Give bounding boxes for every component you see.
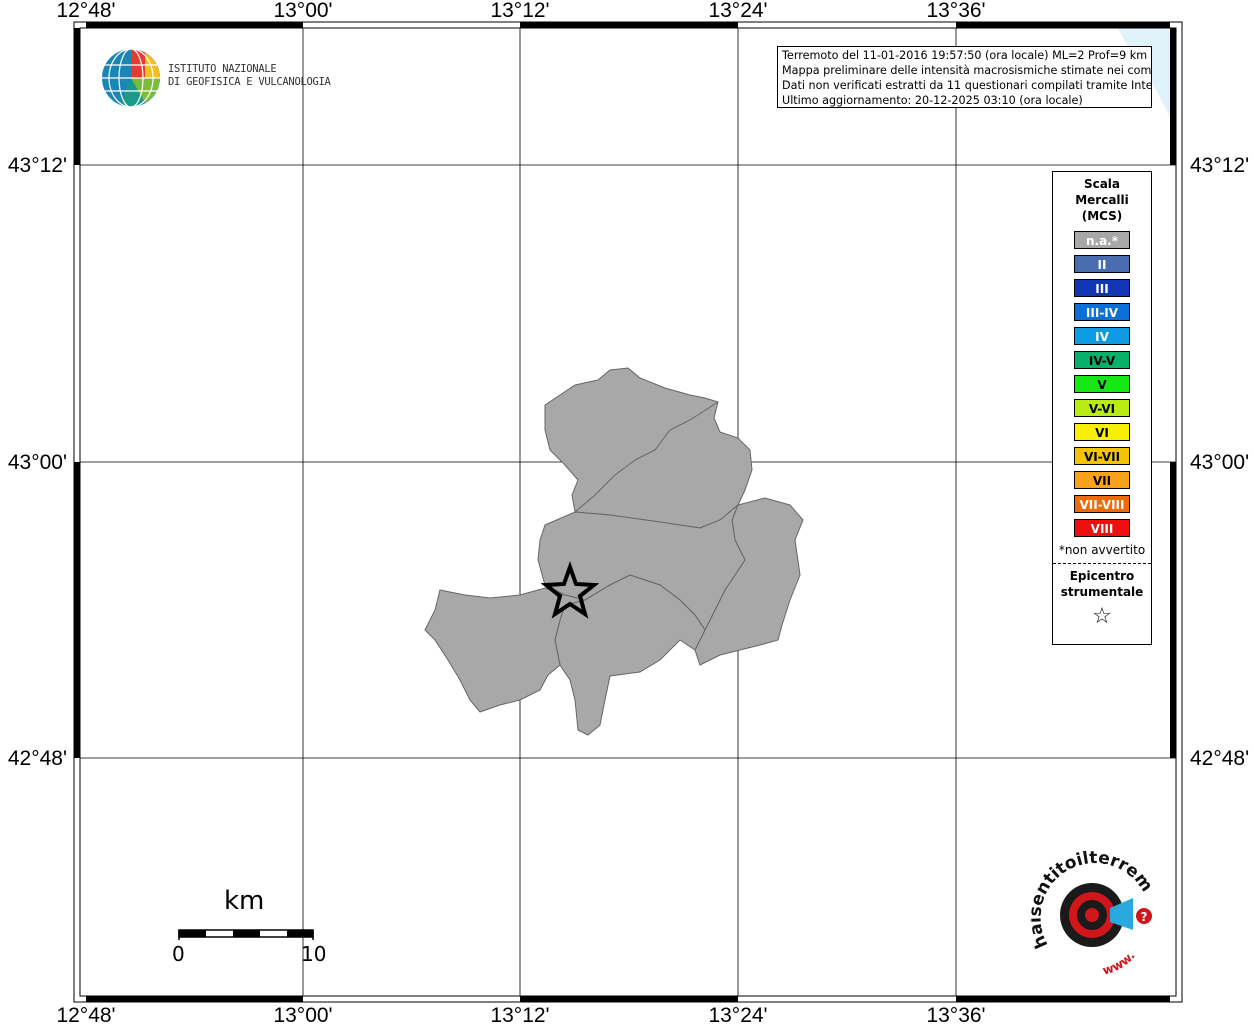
legend-item: IV [1074, 327, 1130, 345]
event-info-line2: Mappa preliminare delle intensità macros… [782, 64, 1152, 77]
lon-tick-label-bottom: 13°24' [708, 1004, 767, 1024]
legend-item: V-VI [1074, 399, 1130, 417]
legend-item: III-IV [1074, 303, 1130, 321]
legend-items: n.a.* II III III-IV IV IV-V V V-VI VI VI-VII VII VI… [1053, 231, 1151, 537]
frame-bar-vertical [1170, 462, 1176, 758]
legend-item: VII [1074, 471, 1130, 489]
lat-tick-labels-right: 43°12' 43°00' 42°48' [1190, 154, 1249, 770]
lon-tick-label-top: 13°24' [708, 0, 767, 22]
ingv-name: ISTITUTO NAZIONALE DI GEOFISICA E VULCAN… [168, 63, 331, 89]
lat-tick-label-left: 42°48' [8, 747, 67, 770]
legend-epicenter-line1: Epicentro [1069, 569, 1135, 583]
legend-epicenter-label: Epicentro strumentale [1053, 568, 1151, 600]
legend-item: VI-VII [1074, 447, 1130, 465]
lat-tick-labels-left: 43°12' 43°00' 42°48' [8, 154, 67, 770]
frame-bar-vertical [74, 28, 80, 165]
lon-tick-label-top: 13°12' [490, 0, 549, 22]
legend-title: Scala Mercalli (MCS) [1053, 176, 1151, 224]
frame-bar-horizontal [956, 22, 1170, 28]
lon-tick-label-top: 12°48' [56, 0, 115, 22]
lon-tick-label-bottom: 13°12' [490, 1004, 549, 1024]
scale-unit: km [224, 886, 265, 916]
frame-bar-horizontal [520, 22, 738, 28]
legend-star-icon: ☆ [1092, 604, 1112, 629]
legend-item: n.a.* [1074, 231, 1130, 249]
event-info-box: Terremoto del 11-01-2016 19:57:50 (ora l… [777, 46, 1152, 108]
lon-tick-label-bottom: 12°48' [56, 1004, 115, 1024]
svg-text:www.: www. [1101, 949, 1138, 978]
haisentito-logo: haisentitoilterremoto.it www. ? [1024, 835, 1160, 980]
municipality-north [544, 367, 753, 529]
mcs-legend: Scala Mercalli (MCS) n.a.* II III III-IV IV I… [1052, 171, 1152, 645]
frame-bar-horizontal [956, 996, 1170, 1002]
svg-text:?: ? [1141, 910, 1148, 924]
event-info-line3: Dati non verificati estratti da 11 quest… [782, 79, 1152, 92]
municipalities [424, 367, 804, 736]
lat-tick-label-left: 43°12' [8, 154, 67, 177]
frame-bar-vertical [1170, 28, 1176, 165]
lon-tick-labels-bottom: 12°48' 13°00' 13°12' 13°24' 13°36' [56, 1004, 985, 1024]
legend-title-line1: Scala [1083, 177, 1121, 191]
lat-tick-label-left: 43°00' [8, 451, 67, 474]
ingv-globe-icon [102, 48, 160, 108]
legend-epicenter-line2: strumentale [1060, 585, 1144, 599]
frame-bar-horizontal [86, 996, 303, 1002]
legend-item: IV-V [1074, 351, 1130, 369]
scale-min: 0 [172, 942, 185, 966]
legend-item: III [1074, 279, 1130, 297]
legend-item: VII-VIII [1074, 495, 1130, 513]
event-info-line1: Terremoto del 11-01-2016 19:57:50 (ora l… [782, 49, 1148, 62]
ingv-name-line1: ISTITUTO NAZIONALE [168, 63, 277, 75]
legend-item: V [1074, 375, 1130, 393]
haisentito-logo-icon: haisentitoilterremoto.it www. ? [1024, 835, 1156, 978]
haisentito-logo-prefix: www. [1101, 949, 1138, 978]
lon-tick-label-top: 13°00' [273, 0, 332, 22]
lon-tick-label-top: 13°36' [926, 0, 985, 22]
legend-title-line2: Mercalli [1075, 193, 1129, 207]
legend-divider [1053, 563, 1151, 564]
legend-note: *non avvertito [1058, 543, 1146, 557]
lat-tick-label-right: 43°12' [1190, 154, 1249, 177]
lon-tick-label-bottom: 13°00' [273, 1004, 332, 1024]
lon-tick-label-bottom: 13°36' [926, 1004, 985, 1024]
lat-tick-label-right: 43°00' [1190, 451, 1249, 474]
event-info-line4: Ultimo aggiornamento: 20-12-2025 03:10 (… [782, 94, 1083, 107]
legend-title-line3: (MCS) [1081, 209, 1123, 223]
frame-bar-vertical [74, 462, 80, 758]
legend-item: II [1074, 255, 1130, 273]
scale-bar [178, 929, 314, 940]
legend-item: VIII [1074, 519, 1130, 537]
lon-tick-labels-top: 12°48' 13°00' 13°12' 13°24' 13°36' [56, 0, 985, 22]
frame-bar-horizontal [86, 22, 303, 28]
lat-tick-label-right: 42°48' [1190, 747, 1249, 770]
scale-max: 10 [301, 942, 327, 966]
legend-item: VI [1074, 423, 1130, 441]
frame-bar-horizontal [520, 996, 738, 1002]
ingv-name-line2: DI GEOFISICA E VULCANOLOGIA [168, 76, 331, 88]
